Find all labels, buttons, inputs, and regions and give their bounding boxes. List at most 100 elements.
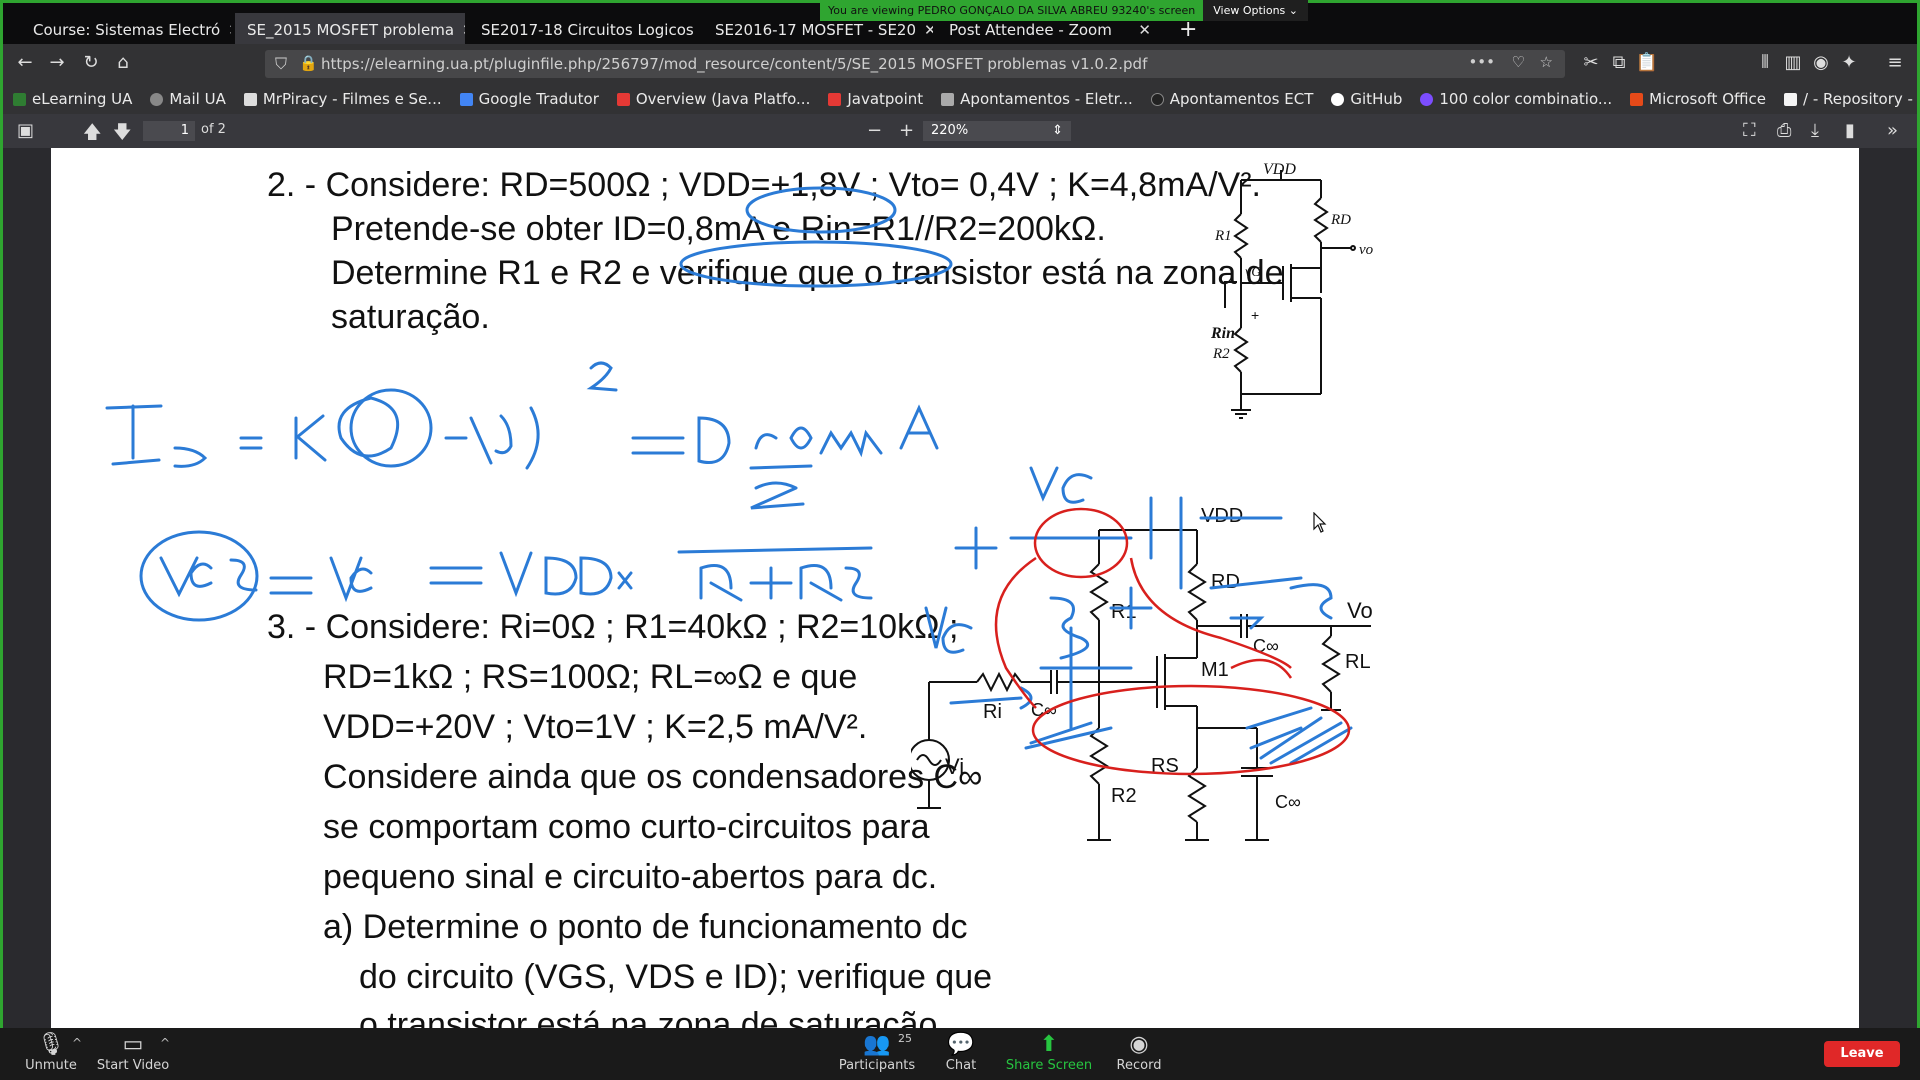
library-icon[interactable]: ⫴: [1753, 52, 1777, 73]
home-icon[interactable]: ⌂: [111, 52, 135, 73]
annotation-stroke: [799, 564, 873, 602]
bookmark-label: Javatpoint: [847, 90, 924, 108]
chat-button[interactable]: 💬 Chat: [916, 1032, 1006, 1073]
annotation-stroke: [949, 686, 1033, 710]
cut-icon[interactable]: ✂: [1579, 52, 1603, 73]
previous-page-icon[interactable]: 🡅: [83, 120, 102, 150]
annotation-stroke: [749, 566, 793, 600]
url-bar[interactable]: ⛉ 🔒 https://elearning.ua.pt/pluginfile.p…: [265, 50, 1565, 78]
zoom-value: 220%: [931, 123, 969, 138]
pdf-toolbar: ▣ 🡅 🡇 1 of 2 − + 220% ⇕ ⛶ ⎙ ⤓ ▮ »: [0, 114, 1920, 148]
office-icon: [1630, 92, 1644, 106]
unmute-button[interactable]: 🎙 Unmute: [6, 1032, 96, 1073]
chat-icon: 💬: [947, 1032, 975, 1057]
close-icon[interactable]: ✕: [228, 21, 231, 39]
next-page-icon[interactable]: 🡇: [113, 120, 132, 150]
chat-label: Chat: [945, 1058, 977, 1073]
annotation-stroke: [699, 564, 743, 602]
bookmark-microsoft-office[interactable]: Microsoft Office: [1630, 90, 1766, 108]
bookmark-label: MrPiracy - Filmes e Se...: [262, 90, 442, 108]
participants-count: 25: [898, 1032, 912, 1045]
zoom-share-banner: You are viewing PEDRO GONÇALO DA SILVA A…: [820, 0, 1309, 21]
audio-options-chevron-icon[interactable]: ^: [72, 1036, 82, 1050]
bookmark-github[interactable]: GitHub: [1331, 90, 1402, 108]
download-icon[interactable]: ⤓: [1811, 120, 1819, 141]
bookmark-mail[interactable]: Mail UA: [150, 90, 226, 108]
presentation-mode-icon[interactable]: ⛶: [1743, 120, 1756, 141]
page-total: of 2: [201, 122, 226, 137]
participants-label: Participants: [838, 1058, 916, 1073]
bookmark-label: 100 color combinatio...: [1439, 90, 1613, 108]
view-options-button[interactable]: View Options ⌄: [1203, 0, 1309, 21]
mouse-cursor-icon: [1313, 512, 1327, 533]
tab-course[interactable]: Course: Sistemas Electró ✕: [21, 13, 231, 46]
print-icon[interactable]: ⎙: [1777, 120, 1791, 141]
page-number-input[interactable]: 1: [143, 121, 195, 141]
bookmark-repository[interactable]: / - Repository - lfa192...: [1784, 90, 1917, 108]
bookmark-label: / - Repository - lfa192...: [1803, 90, 1917, 108]
annotation-stroke: [499, 551, 613, 598]
tab-label: SE2016-17 MOSFET - SE20: [715, 20, 917, 39]
tab-mosfet-problems[interactable]: SE_2015 MOSFET problema ✕: [235, 13, 465, 46]
bookmark-label: Microsoft Office: [1649, 90, 1766, 108]
zoom-in-icon[interactable]: +: [899, 120, 914, 141]
forward-icon[interactable]: →: [45, 52, 69, 73]
chevron-down-icon: ⇕: [1052, 123, 1063, 138]
menu-icon[interactable]: ≡: [1883, 52, 1907, 73]
bookmark-color-combinations[interactable]: 100 color combinatio...: [1420, 90, 1612, 108]
pocket-icon[interactable]: ♡: [1512, 53, 1525, 71]
bookmark-icon: [1784, 92, 1797, 106]
page-actions-icon[interactable]: •••: [1468, 53, 1495, 71]
leave-button[interactable]: Leave: [1824, 1041, 1900, 1067]
bookmark-icon: [13, 92, 26, 106]
bookmark-google-tradutor[interactable]: Google Tradutor: [459, 90, 599, 108]
bookmark-icon[interactable]: ▮: [1845, 120, 1855, 141]
account-icon[interactable]: ◉: [1809, 52, 1833, 73]
video-options-chevron-icon[interactable]: ^: [160, 1036, 170, 1050]
pdf-viewer[interactable]: 2. - Considere: RD=500Ω ; VDD=+1,8V ; Vt…: [0, 148, 1920, 1028]
annotation-stroke: [819, 429, 883, 458]
tools-icon[interactable]: »: [1887, 120, 1898, 141]
copy-icon[interactable]: ⧉: [1607, 52, 1631, 73]
annotation-stroke: [697, 416, 731, 464]
close-icon[interactable]: ✕: [462, 21, 465, 39]
annotation-stroke: [105, 404, 163, 466]
shield-icon[interactable]: ⛉: [275, 54, 287, 74]
zoom-meeting-controls: 🎙 Unmute ^ ▭ Start Video ^ 👥 Participant…: [0, 1028, 1920, 1080]
bookmark-mrpiracy[interactable]: MrPiracy - Filmes e Se...: [243, 90, 442, 108]
annotation-stroke: [617, 571, 633, 590]
zoom-out-icon[interactable]: −: [867, 120, 882, 141]
reload-icon[interactable]: ↻: [79, 52, 103, 73]
bookmark-elearning[interactable]: eLearning UA: [13, 90, 132, 108]
record-button[interactable]: ◉ Record: [1094, 1032, 1184, 1073]
annotation-circle-rin: [679, 240, 953, 288]
extension-icon[interactable]: ✦: [1837, 52, 1861, 73]
handwritten-annotations: [105, 186, 1353, 776]
bookmark-apontamentos-ect[interactable]: Apontamentos ECT: [1150, 90, 1313, 108]
bookmark-java-overview[interactable]: Overview (Java Platfo...: [616, 90, 810, 108]
annotation-stroke: [429, 566, 483, 585]
annotation-stroke: [294, 414, 327, 462]
bookmark-label: eLearning UA: [32, 90, 133, 108]
bookmark-icon: [941, 92, 955, 106]
share-banner-message: You are viewing PEDRO GONÇALO DA SILVA A…: [828, 4, 1196, 17]
bookmark-javatpoint[interactable]: Javatpoint: [828, 90, 923, 108]
sidebar-icon[interactable]: ▥: [1781, 52, 1805, 73]
tab-circuitos-logicos[interactable]: SE2017-18 Circuitos Logicos ✕: [469, 13, 699, 46]
close-icon[interactable]: ✕: [1138, 21, 1151, 39]
annotation-scribble: [1245, 706, 1353, 765]
paste-icon[interactable]: 📋: [1635, 52, 1659, 73]
tab-label: SE2017-18 Circuitos Logicos: [481, 20, 694, 39]
pdf-page: 2. - Considere: RD=500Ω ; VDD=+1,8V ; Vt…: [51, 148, 1859, 1028]
sidebar-toggle-icon[interactable]: ▣: [17, 120, 34, 141]
bookmark-icon: [1150, 92, 1164, 106]
bookmark-star-icon[interactable]: ☆: [1540, 53, 1553, 71]
bookmark-label: Apontamentos - Eletr...: [960, 90, 1133, 108]
start-video-label: Start Video: [96, 1058, 170, 1073]
bookmark-apontamentos-eletr[interactable]: Apontamentos - Eletr...: [941, 90, 1133, 108]
close-icon[interactable]: ✕: [924, 21, 933, 39]
zoom-select[interactable]: 220% ⇕: [923, 121, 1071, 141]
share-screen-button[interactable]: ⬆ Share Screen: [1004, 1032, 1094, 1073]
annotation-scribble: [1024, 721, 1113, 750]
back-icon[interactable]: ←: [13, 52, 37, 73]
